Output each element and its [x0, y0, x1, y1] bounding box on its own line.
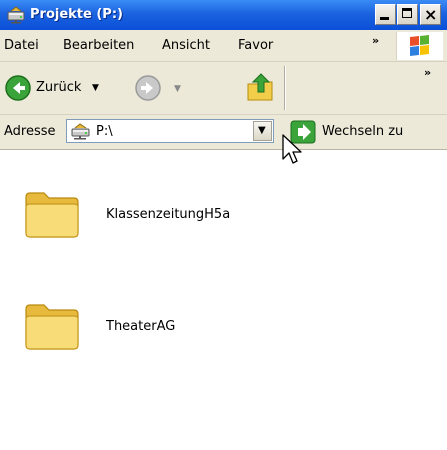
- close-button[interactable]: ×: [420, 4, 441, 25]
- forward-dropdown-arrow[interactable]: ▼: [174, 84, 181, 94]
- maximize-button[interactable]: [397, 4, 418, 25]
- forward-arrow-icon: [135, 75, 161, 101]
- toolbar-separator: [284, 66, 286, 110]
- back-dropdown-arrow[interactable]: ▼: [92, 83, 99, 93]
- network-drive-icon: [6, 6, 26, 27]
- up-folder-button[interactable]: [245, 70, 277, 104]
- go-label: Wechseln zu: [322, 124, 404, 139]
- close-icon: ×: [424, 5, 438, 24]
- menu-datei[interactable]: Datei: [4, 38, 39, 53]
- address-label: Adresse: [4, 124, 56, 139]
- forward-button[interactable]: ▼: [134, 74, 190, 104]
- toolbar-overflow-chevron[interactable]: »: [424, 66, 431, 79]
- file-list[interactable]: KlassenzeitungH5a TheaterAG: [0, 150, 447, 450]
- minimize-button[interactable]: [375, 4, 396, 25]
- windows-logo: [396, 32, 443, 60]
- network-drive-icon: [70, 123, 92, 143]
- folder-icon: [25, 304, 79, 350]
- menu-bar: Datei Bearbeiten Ansicht Favor »: [0, 30, 447, 62]
- back-button[interactable]: Zurück ▼: [4, 72, 122, 104]
- window-title: Projekte (P:): [30, 7, 123, 22]
- menu-ansicht[interactable]: Ansicht: [162, 38, 210, 53]
- folder-name: TheaterAG: [106, 319, 176, 334]
- chevron-down-icon: ▼: [258, 125, 266, 136]
- folder-name: KlassenzeitungH5a: [106, 207, 231, 222]
- folder-up-icon: [247, 73, 273, 101]
- folder-icon: [25, 192, 79, 238]
- menu-overflow-chevron[interactable]: »: [372, 34, 379, 47]
- address-value: P:\: [96, 124, 113, 139]
- back-arrow-icon: [5, 75, 31, 101]
- address-dropdown-button[interactable]: ▼: [253, 121, 272, 141]
- title-bar[interactable]: Projekte (P:) ×: [0, 0, 447, 30]
- folder-item[interactable]: TheaterAG: [22, 297, 422, 357]
- go-button[interactable]: Wechseln zu: [290, 120, 445, 144]
- folder-item[interactable]: KlassenzeitungH5a: [22, 185, 422, 245]
- menu-favoriten[interactable]: Favor: [238, 38, 273, 53]
- menu-bearbeiten[interactable]: Bearbeiten: [63, 38, 134, 53]
- address-input[interactable]: P:\ ▼: [66, 119, 274, 143]
- mouse-cursor-icon: [282, 134, 302, 164]
- back-label: Zurück: [36, 80, 82, 95]
- toolbar: Zurück ▼ ▼ »: [0, 62, 447, 115]
- address-bar: Adresse P:\ ▼ Wechseln zu: [0, 115, 447, 150]
